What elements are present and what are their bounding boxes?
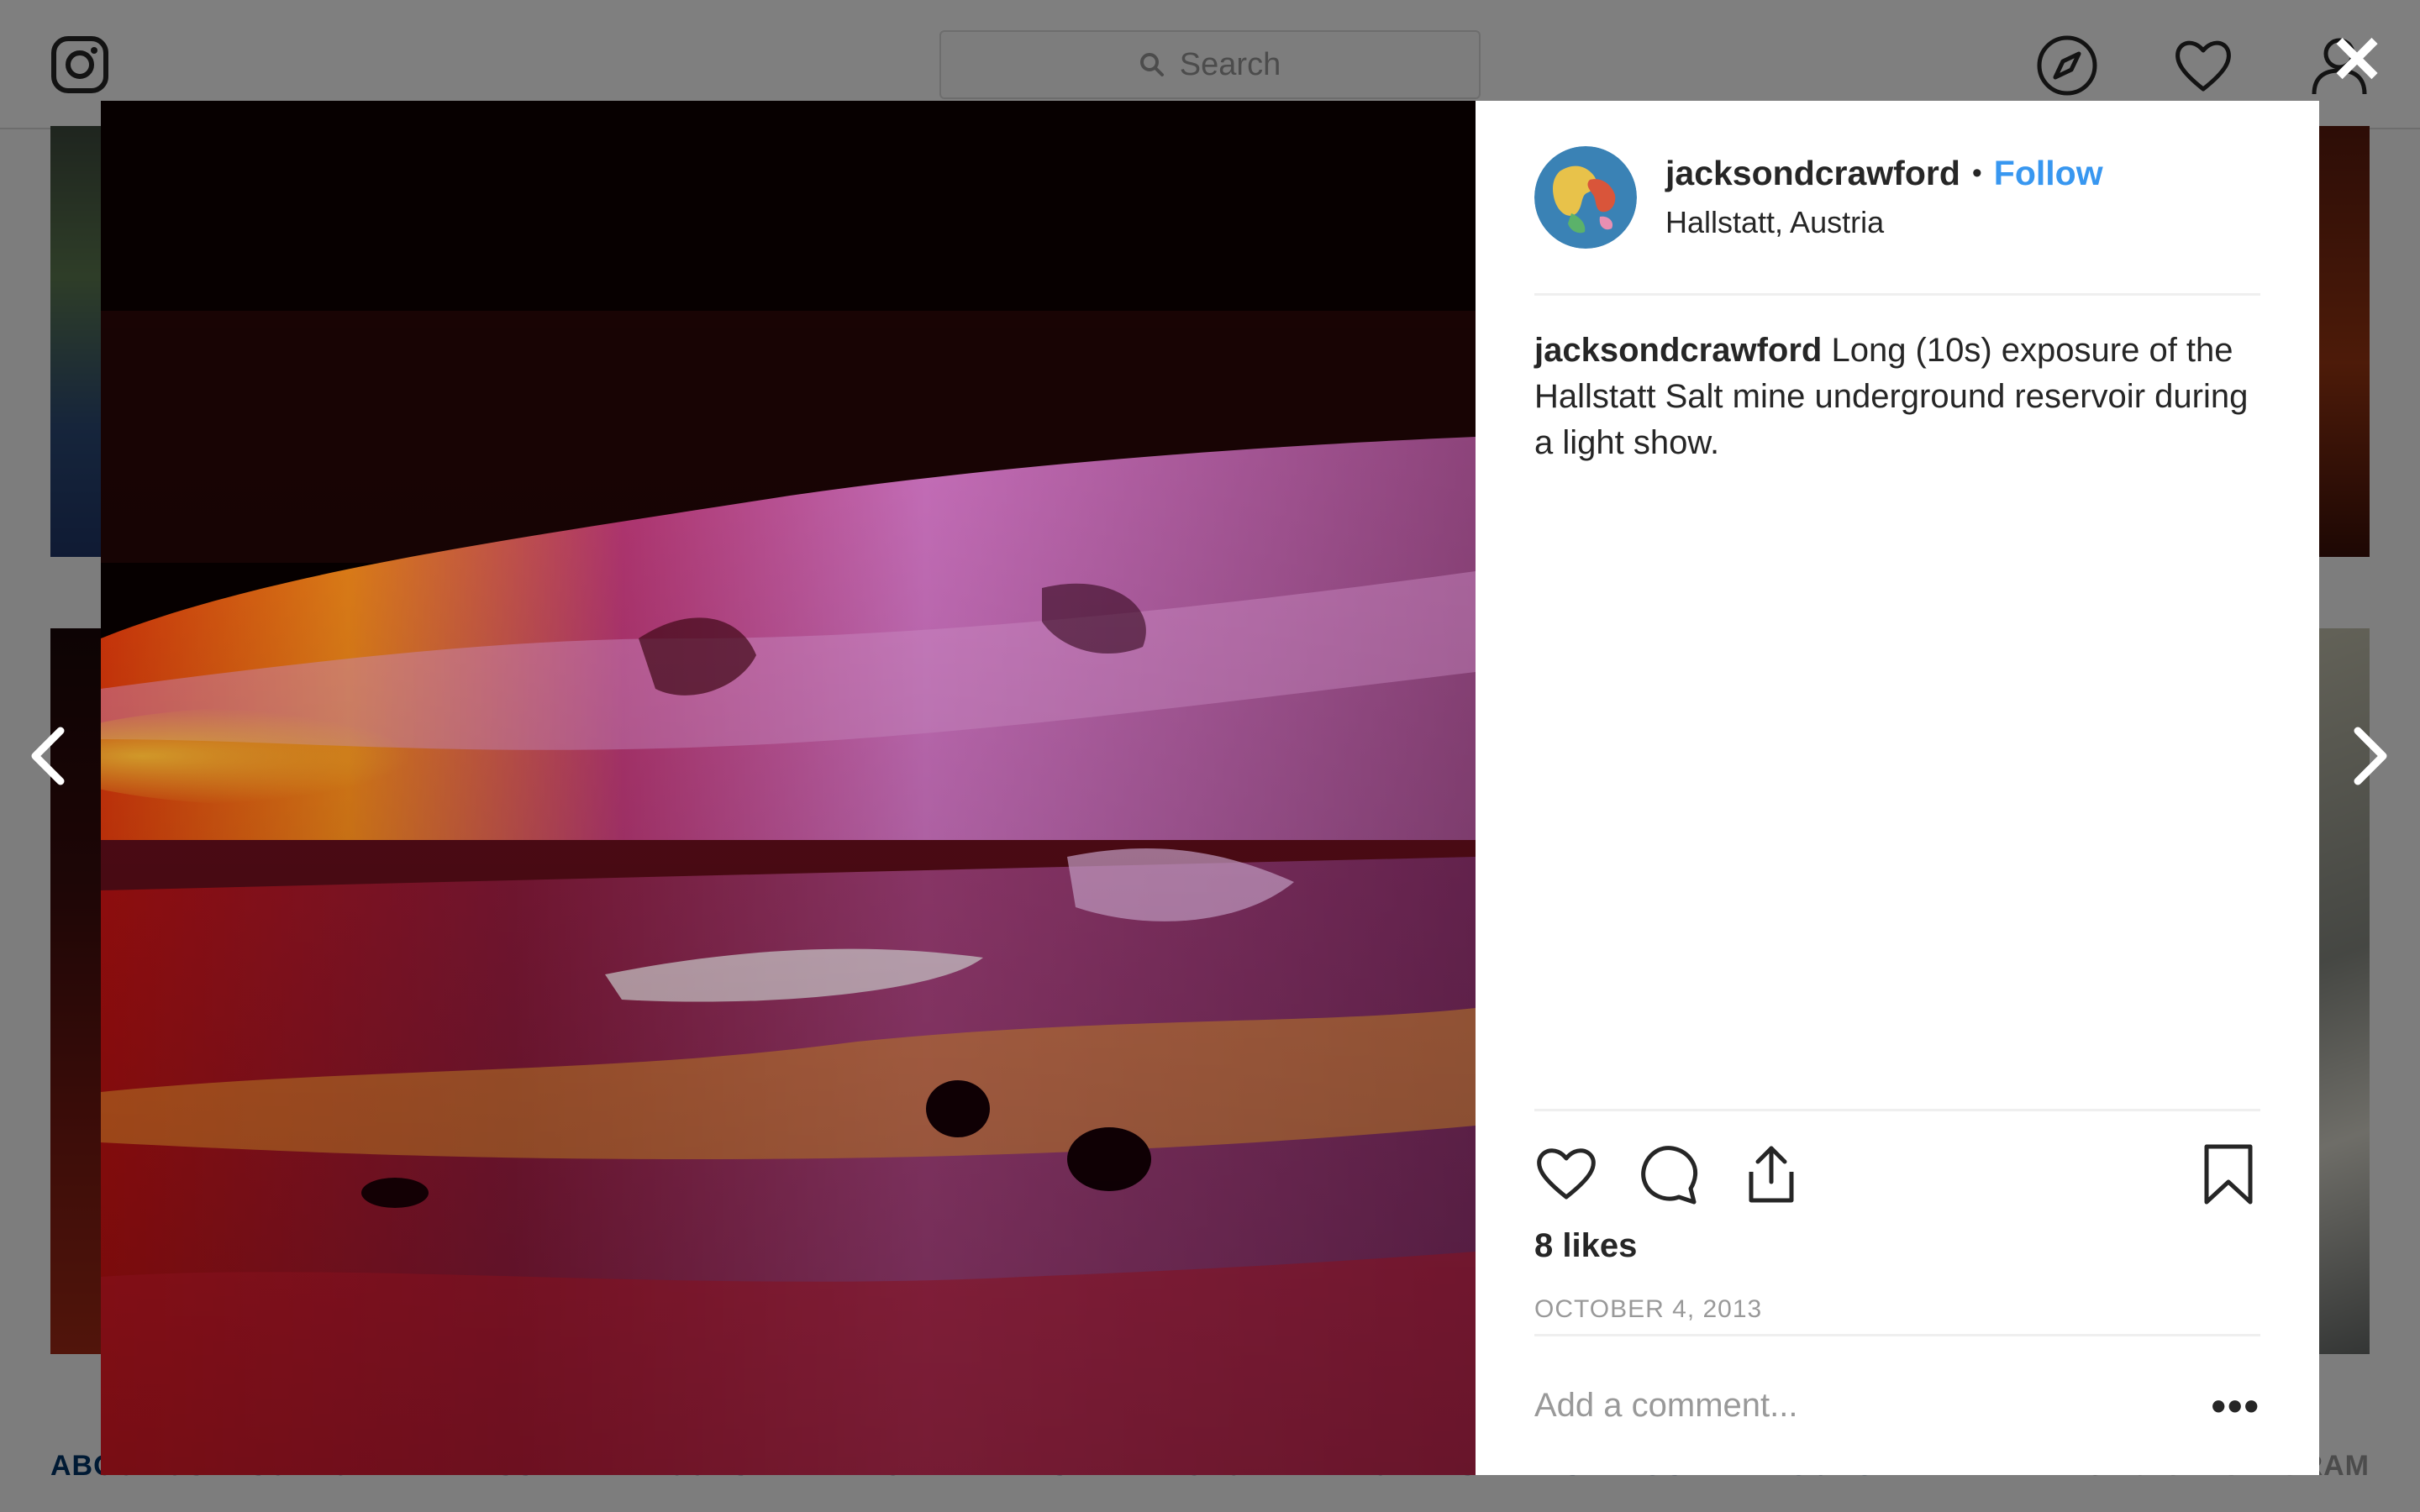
close-icon[interactable]: ✕ [2328,27,2386,92]
post-actions: 8 likes OCTOBER 4, 2013 [1534,1109,2260,1324]
chevron-right-icon[interactable] [2341,722,2400,790]
like-button[interactable] [1534,1142,1598,1205]
action-icons-row [1534,1111,2260,1236]
share-upload-icon [1749,1146,1794,1203]
post-modal: jacksondcrawford • Follow Hallstatt, Aus… [101,101,2319,1475]
post-author: jacksondcrawford • Follow Hallstatt, Aus… [1665,154,2103,240]
post-date: OCTOBER 4, 2013 [1534,1295,1763,1323]
share-button[interactable] [1739,1142,1803,1205]
caption-username-link[interactable]: jacksondcrawford [1534,332,1822,369]
username-link[interactable]: jacksondcrawford [1665,154,1960,193]
avatar[interactable] [1534,145,1637,249]
bookmark-icon [2204,1144,2253,1205]
chevron-left-icon[interactable] [18,722,77,790]
cave-reflection-image [101,101,1476,1475]
comment-bar: ••• [1534,1334,2260,1475]
follow-button[interactable]: Follow [1994,154,2103,193]
post-photo[interactable] [101,101,1476,1475]
globe-avatar-icon [1534,145,1637,249]
post-sidebar: jacksondcrawford • Follow Hallstatt, Aus… [1476,101,2319,1475]
heart-outline-icon [1537,1148,1596,1200]
comment-input[interactable] [1534,1387,2212,1425]
save-button[interactable] [2196,1142,2260,1205]
comment-button[interactable] [1637,1142,1701,1205]
likes-count[interactable]: 8 likes [1534,1227,2260,1265]
more-options-icon[interactable]: ••• [2211,1382,2260,1431]
location-link[interactable]: Hallstatt, Austria [1665,205,2103,240]
separator-dot: • [1971,157,1982,189]
comment-bubble-icon [1641,1146,1698,1205]
post-caption: jacksondcrawford Long (10s) exposure of … [1534,328,2260,466]
post-header: jacksondcrawford • Follow Hallstatt, Aus… [1534,101,2260,296]
